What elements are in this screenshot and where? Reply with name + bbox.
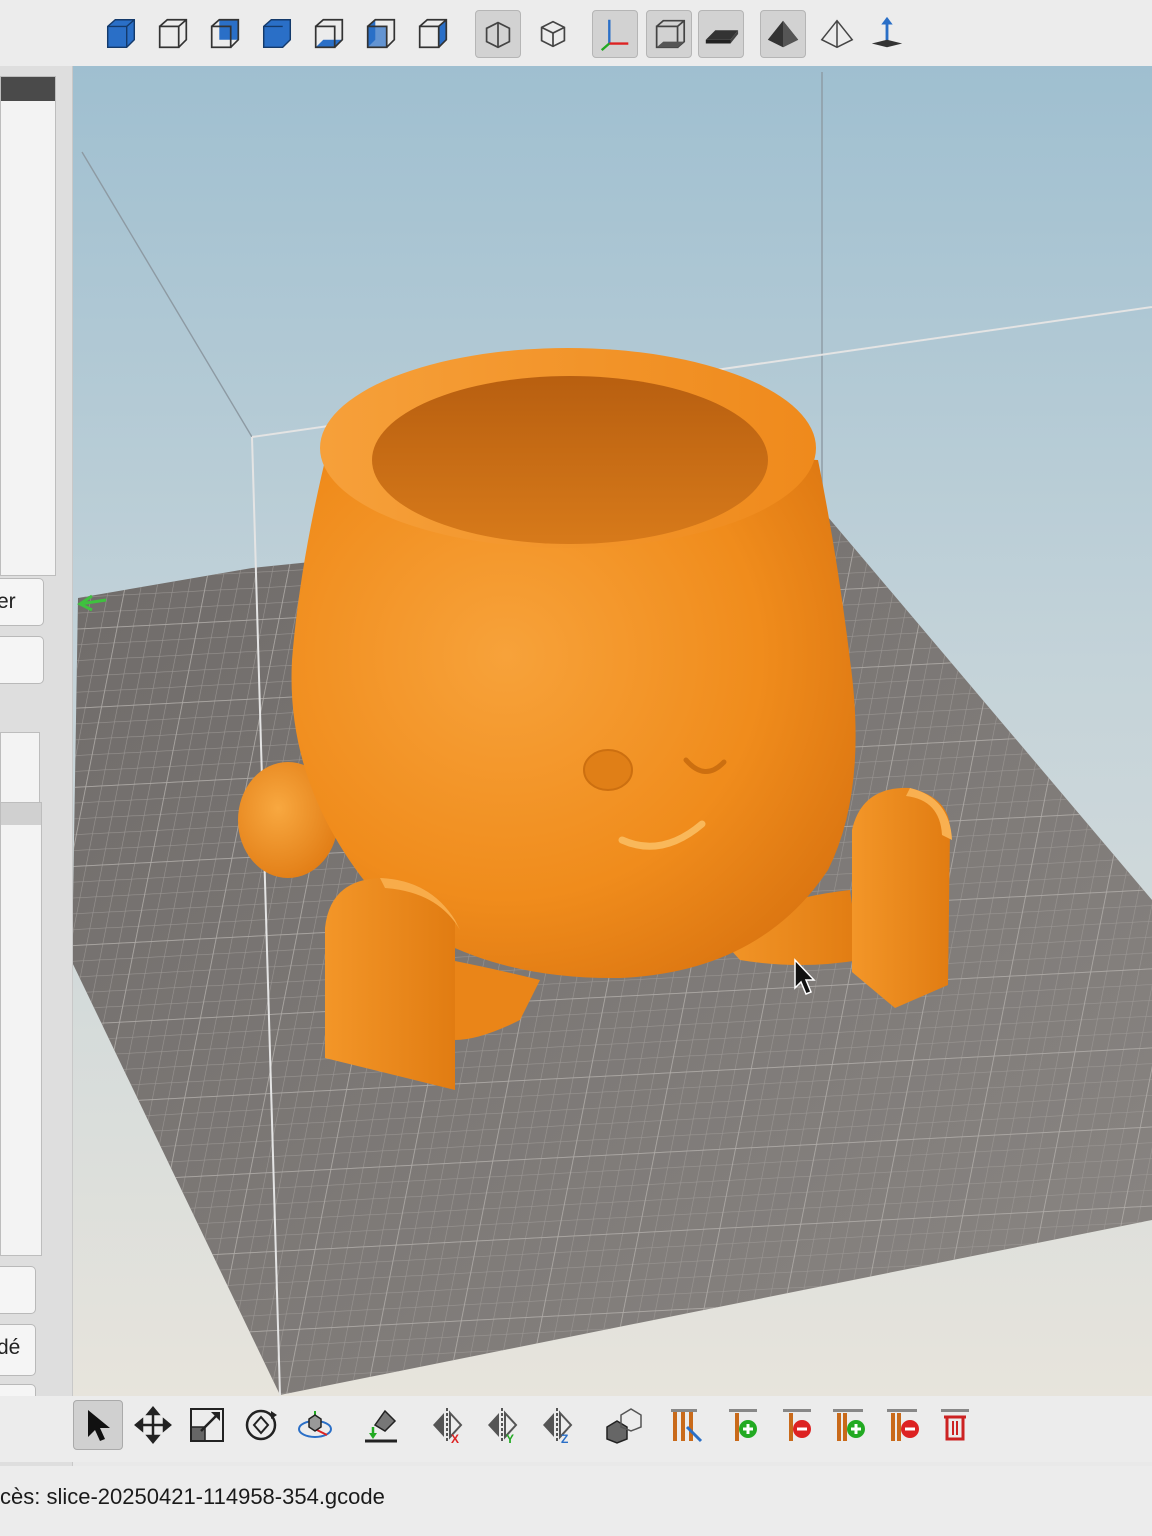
left-panel-button-2[interactable]: dé xyxy=(0,1324,36,1376)
view-toolbar xyxy=(0,0,1152,66)
left-view-icon[interactable] xyxy=(358,10,404,58)
left-panel: er dé xyxy=(0,66,73,1482)
edit-toolbar: X Y Z xyxy=(0,1396,1152,1462)
left-panel-button-3[interactable] xyxy=(0,1266,36,1314)
mirror-y-icon[interactable]: Y xyxy=(477,1400,527,1450)
wireframe-shade-icon[interactable] xyxy=(814,10,860,58)
left-panel-button-1-label: er xyxy=(0,590,16,613)
scale-icon[interactable] xyxy=(182,1400,232,1450)
back-view-icon[interactable] xyxy=(202,10,248,58)
plate-icon[interactable] xyxy=(698,10,744,58)
3d-viewport[interactable] xyxy=(73,66,1152,1396)
rotate-icon[interactable] xyxy=(236,1400,286,1450)
add-support-icon[interactable] xyxy=(718,1400,768,1450)
mirror-x-icon[interactable]: X xyxy=(422,1400,472,1450)
lay-flat-icon[interactable] xyxy=(356,1400,406,1450)
orthographic-icon[interactable] xyxy=(530,10,576,58)
left-panel-button-2-label: dé xyxy=(0,1336,21,1359)
iso-view-icon[interactable] xyxy=(98,10,144,58)
bottom-view-icon[interactable] xyxy=(306,10,352,58)
perspective-icon[interactable] xyxy=(475,10,521,58)
delete-icon[interactable] xyxy=(930,1400,980,1450)
rotate-3d-icon[interactable] xyxy=(290,1400,340,1450)
bed-icon[interactable] xyxy=(646,10,692,58)
model-left-eye xyxy=(583,749,633,791)
left-panel-button-1[interactable]: er xyxy=(0,578,44,626)
axes-icon[interactable] xyxy=(592,10,638,58)
svg-text:X: X xyxy=(451,1432,459,1445)
viewport-scene xyxy=(73,66,1152,1396)
remove-all-supports-icon[interactable] xyxy=(878,1400,928,1450)
left-panel-button-blank[interactable] xyxy=(0,636,44,684)
object-list-header xyxy=(1,77,55,101)
reset-orientation-icon[interactable] xyxy=(864,10,910,58)
model-opening xyxy=(372,376,768,544)
model-left-foot xyxy=(325,878,455,1090)
settings-list-header xyxy=(1,803,41,825)
model-right-foot xyxy=(852,787,950,1008)
status-message: cès: slice-20250421-114958-354.gcode xyxy=(0,1484,385,1509)
settings-box xyxy=(0,732,40,808)
move-icon[interactable] xyxy=(128,1400,178,1450)
remove-support-icon[interactable] xyxy=(772,1400,822,1450)
top-view-icon[interactable] xyxy=(254,10,300,58)
support-edit-icon[interactable] xyxy=(662,1400,712,1450)
add-all-supports-icon[interactable] xyxy=(824,1400,874,1450)
solid-shade-icon[interactable] xyxy=(760,10,806,58)
front-view-icon[interactable] xyxy=(150,10,196,58)
select-arrow-icon[interactable] xyxy=(73,1400,123,1450)
right-view-icon[interactable] xyxy=(410,10,456,58)
svg-text:Z: Z xyxy=(561,1432,568,1445)
svg-text:Y: Y xyxy=(506,1432,514,1445)
status-bar: cès: slice-20250421-114958-354.gcode xyxy=(0,1466,1152,1536)
split-object-icon[interactable] xyxy=(598,1400,648,1450)
mirror-z-icon[interactable]: Z xyxy=(532,1400,582,1450)
object-list[interactable] xyxy=(0,76,56,576)
settings-list[interactable] xyxy=(0,802,42,1256)
